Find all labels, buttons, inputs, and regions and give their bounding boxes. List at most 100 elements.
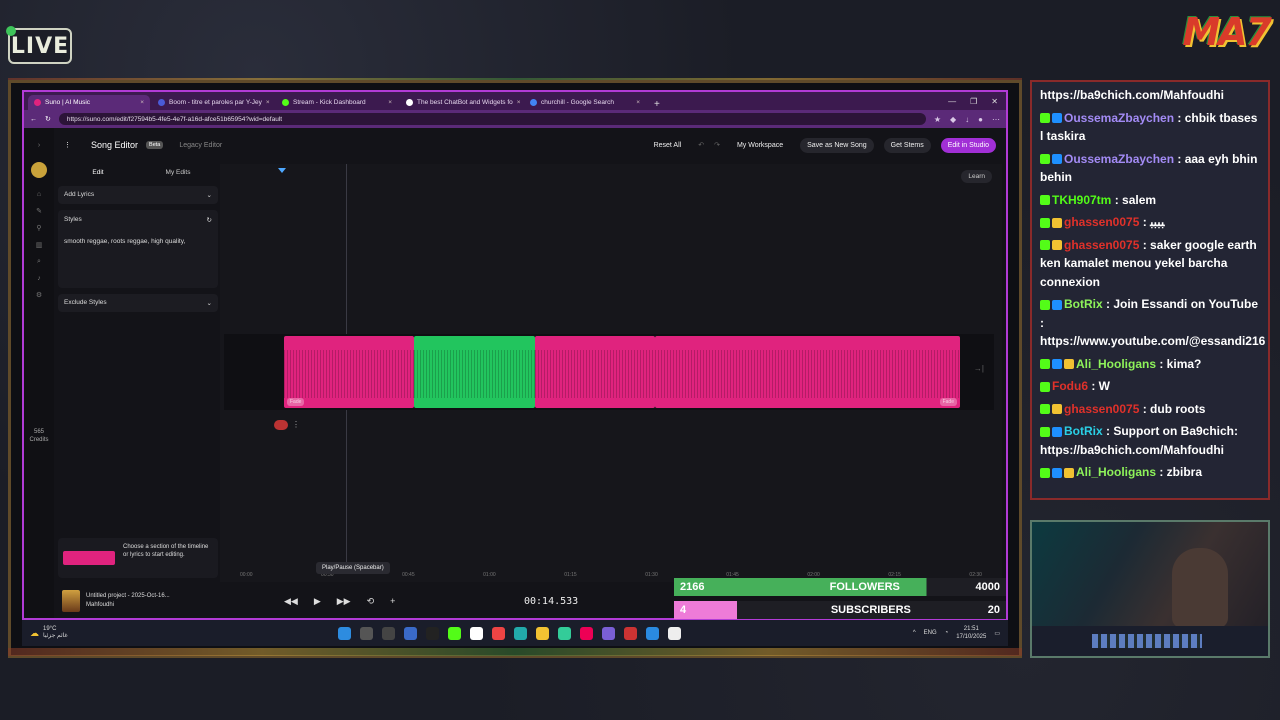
get-stems-button[interactable]: Get Stems [883, 137, 931, 153]
badge-icon [1052, 404, 1062, 415]
lang-indicator[interactable]: ENG [924, 630, 937, 636]
save-new-song-button[interactable]: Save as New Song [800, 137, 874, 153]
browser-tab[interactable]: Suno | AI Music × [28, 95, 150, 110]
chat-username[interactable]: Ali_Hooligans [1076, 357, 1156, 371]
learn-button[interactable]: Learn [961, 170, 992, 183]
track-handle[interactable] [274, 420, 288, 430]
tab-close-icon[interactable]: × [636, 99, 640, 106]
edit-in-studio-button[interactable]: Edit in Studio [940, 137, 996, 153]
close-icon[interactable]: ✕ [991, 97, 998, 106]
app-icon[interactable] [426, 626, 439, 640]
tab-my-edits[interactable]: My Edits [138, 169, 218, 176]
app-icon[interactable] [602, 626, 615, 640]
credits: 565 Credits [24, 428, 54, 444]
chat-username[interactable]: Ali_Hooligans [1076, 465, 1156, 479]
app-icon[interactable] [624, 626, 637, 640]
clip-segment[interactable]: Fade [655, 336, 960, 408]
url-field[interactable]: https://suno.com/edit/f27594b5-4fe5-4e7f… [58, 113, 926, 125]
browser-tab[interactable]: Stream - Kick Dashboard × [276, 95, 398, 110]
media-icon[interactable] [668, 626, 681, 640]
add-icon[interactable]: + [390, 596, 395, 606]
styles-input[interactable]: smooth reggae, roots reggae, high qualit… [64, 238, 212, 245]
tab-edit[interactable]: Edit [58, 169, 138, 176]
track-end-icon[interactable]: →| [974, 364, 984, 373]
chrome-icon[interactable] [492, 626, 505, 640]
chevron-up-icon[interactable]: ^ [913, 630, 916, 636]
search-icon[interactable] [360, 626, 373, 640]
maximize-icon[interactable]: ❐ [970, 97, 977, 106]
chat-username[interactable]: BotRix [1064, 297, 1103, 311]
app-icon[interactable] [558, 626, 571, 640]
add-lyrics-section[interactable]: Add Lyrics ⌄ [58, 186, 218, 204]
chat-username[interactable]: OussemaZbaychen [1064, 152, 1174, 166]
extension-icon[interactable]: ◆ [950, 115, 956, 124]
chat-username[interactable]: ghassen0075 [1064, 215, 1139, 229]
task-view-icon[interactable] [382, 626, 395, 640]
chat-username[interactable]: ghassen0075 [1064, 238, 1139, 252]
edit-panel: Edit My Edits Add Lyrics ⌄ Styles ↻ smoo… [58, 164, 218, 582]
avatar[interactable] [31, 162, 47, 178]
project-info[interactable]: Untitled project - 2025-Oct-16... Mahfou… [54, 590, 284, 612]
folder-icon[interactable] [536, 626, 549, 640]
exclude-styles-section[interactable]: Exclude Styles ⌄ [58, 294, 218, 312]
track-more-icon[interactable]: ⋮ [292, 420, 300, 429]
browser-tab[interactable]: churchill - Google Search × [524, 95, 646, 110]
chat-username[interactable]: OussemaZbaychen [1064, 111, 1174, 125]
browser-tab[interactable]: Boom - titre et paroles par Y-Jey × [152, 95, 274, 110]
back-icon[interactable]: ← [30, 116, 37, 123]
chat-username[interactable]: Fodu6 [1052, 379, 1088, 393]
legacy-editor-link[interactable]: Legacy Editor [179, 142, 222, 149]
rewind-icon[interactable]: ◀◀ [284, 596, 298, 607]
search-icon[interactable]: ⌕ [37, 258, 41, 266]
loop-icon[interactable]: ⟲ [367, 596, 375, 607]
reload-icon[interactable]: ↻ [45, 115, 51, 123]
clock[interactable]: 21:51 17/10/2025 [956, 625, 986, 641]
chat-username[interactable]: TKH907tm [1052, 193, 1111, 207]
tab-close-icon[interactable]: × [266, 99, 270, 106]
clip-segment-selected[interactable] [414, 336, 535, 408]
refresh-icon[interactable]: ↻ [207, 216, 212, 224]
widgets-icon[interactable] [404, 626, 417, 640]
workspace-dropdown[interactable]: My Workspace [730, 138, 790, 153]
tab-close-icon[interactable]: × [388, 99, 392, 106]
minimize-icon[interactable]: — [948, 97, 956, 106]
tab-close-icon[interactable]: × [140, 99, 144, 106]
explore-icon[interactable]: ⚲ [36, 224, 41, 232]
fast-forward-icon[interactable]: ▶▶ [337, 596, 351, 607]
library-icon[interactable]: ▥ [36, 241, 43, 249]
create-icon[interactable]: ✎ [36, 207, 42, 215]
clip-segment[interactable] [535, 336, 655, 408]
bell-icon[interactable]: ♪ [37, 275, 41, 282]
app-icon[interactable] [514, 626, 527, 640]
menu-dots-icon[interactable]: ⋯ [992, 115, 1000, 124]
tab-close-icon[interactable]: × [517, 99, 521, 106]
timeline[interactable]: Learn Fade Fade →| ⋮ 00:00 00:30 00:45 01:0… [220, 164, 1002, 582]
badge-icon [1040, 426, 1050, 437]
kick-icon[interactable] [448, 626, 461, 640]
home-icon[interactable]: ⌂ [37, 191, 41, 198]
download-icon[interactable]: ↓ [965, 115, 969, 124]
bookmark-star-icon[interactable]: ★ [934, 115, 941, 124]
settings-icon[interactable]: ⚙ [36, 291, 42, 299]
redo-icon[interactable]: ↷ [714, 141, 720, 149]
reset-all-button[interactable]: Reset All [647, 138, 689, 153]
more-icon[interactable]: ⋮ [64, 141, 71, 149]
clip-segment[interactable]: Fade [284, 336, 414, 408]
notification-icon[interactable]: ▭ [994, 630, 1000, 637]
browser-tab[interactable]: The best ChatBot and Widgets fo × [400, 95, 522, 110]
undo-icon[interactable]: ↶ [698, 141, 704, 149]
weather-widget[interactable]: ☁ 19°C غائم جزئيا [30, 626, 68, 640]
badge-icon [1040, 381, 1050, 392]
play-pause-icon[interactable]: ▶ [314, 596, 321, 607]
start-icon[interactable] [338, 626, 351, 640]
wifi-icon[interactable]: ◔ [945, 630, 949, 636]
new-tab-button[interactable]: + [648, 99, 666, 110]
expand-icon[interactable]: › [38, 142, 40, 149]
chat-username[interactable]: BotRix [1064, 424, 1103, 438]
app-icon[interactable] [580, 626, 593, 640]
edge-icon[interactable] [646, 626, 659, 640]
app-icon[interactable] [470, 626, 483, 640]
playhead-marker[interactable] [278, 168, 286, 173]
chat-username[interactable]: ghassen0075 [1064, 402, 1139, 416]
profile-icon[interactable]: ● [978, 115, 983, 124]
